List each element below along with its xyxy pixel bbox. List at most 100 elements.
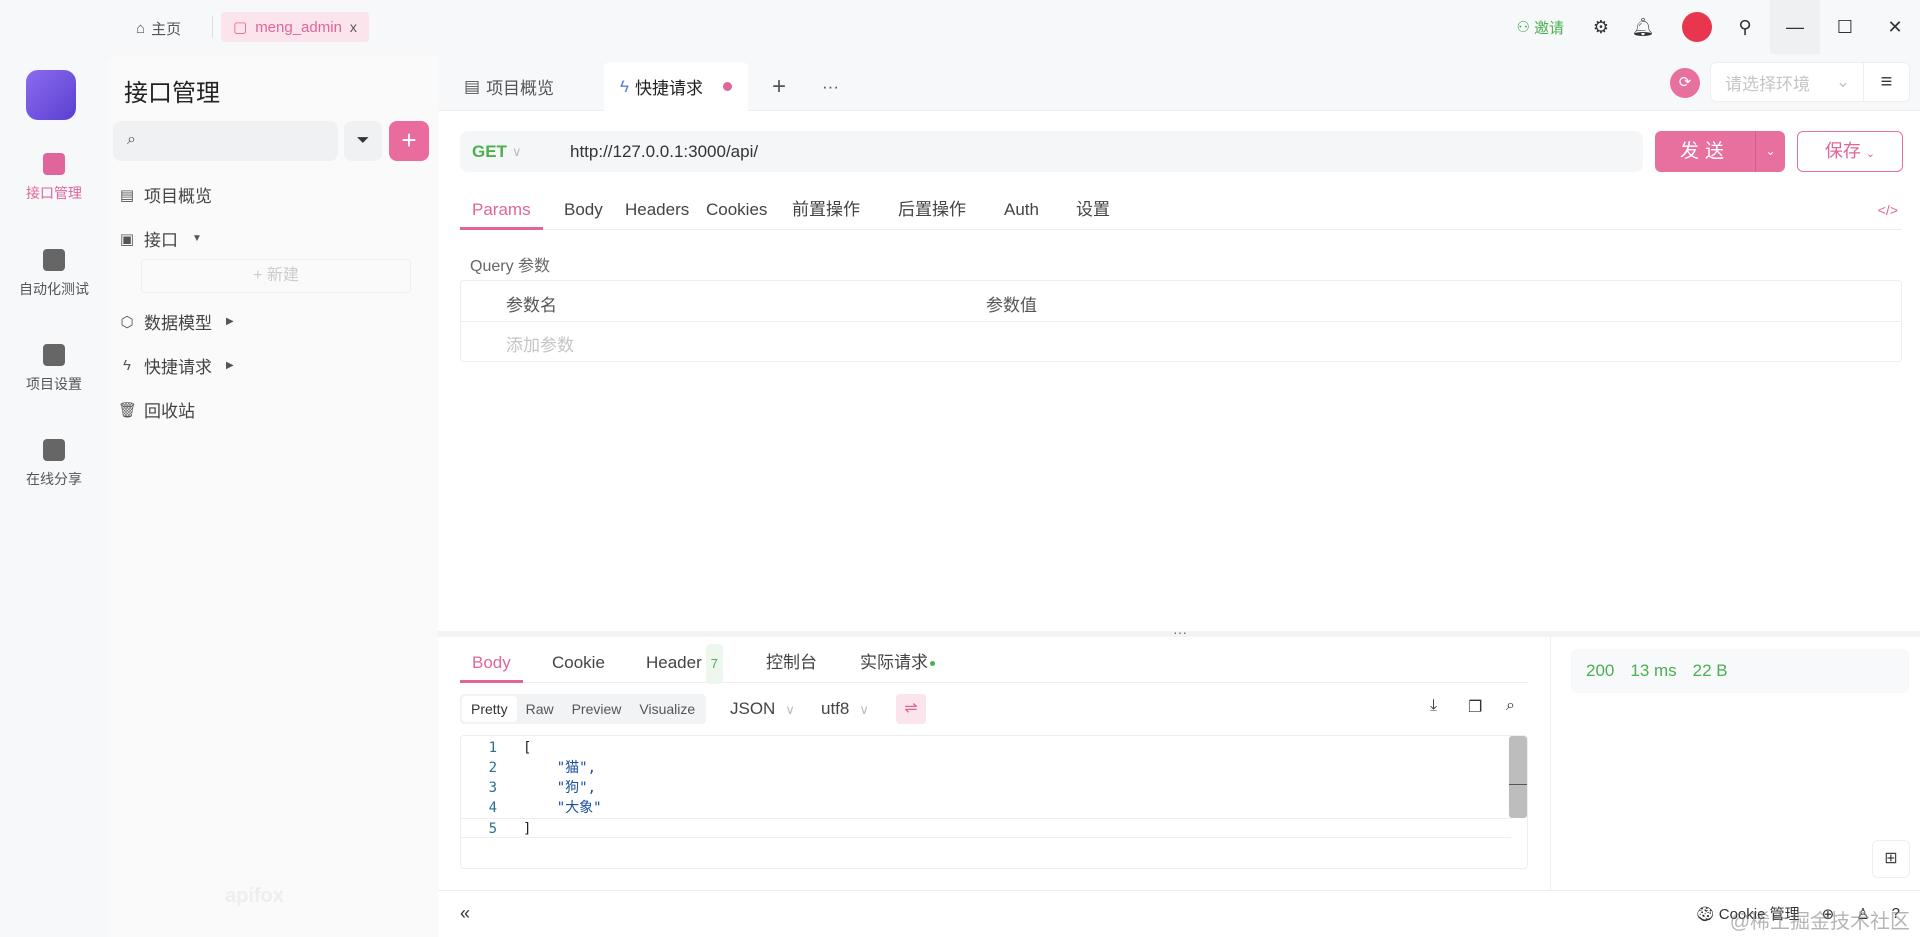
filter-button[interactable]: ⏷ bbox=[344, 121, 382, 161]
bell-icon[interactable]: 🔔︎ bbox=[1626, 10, 1660, 44]
sidebar-item-trash[interactable]: 🗑︎ 回收站 bbox=[118, 397, 195, 422]
view-preview[interactable]: Preview bbox=[563, 696, 631, 722]
project-icon: ▢ bbox=[233, 19, 248, 36]
tab-cookies[interactable]: Cookies bbox=[706, 190, 767, 230]
title-actions: ⚇ 邀请 ⚙ 🔔︎ ⚲ — ☐ ✕ bbox=[1517, 0, 1920, 54]
format-select[interactable]: JSON ∨ bbox=[730, 694, 795, 724]
code-line: 3 "狗", bbox=[461, 778, 1511, 798]
send-label: 发送 bbox=[1679, 141, 1730, 162]
send-dropdown[interactable]: ⌄ bbox=[1755, 131, 1785, 172]
invite-button[interactable]: ⚇ 邀请 bbox=[1517, 17, 1564, 38]
resp-tab-console[interactable]: 控制台 bbox=[766, 643, 817, 683]
tab-settings[interactable]: 设置 bbox=[1076, 190, 1110, 230]
sidebar-item-quick[interactable]: ϟ 快捷请求 ▶ bbox=[118, 353, 234, 378]
rail-item-share[interactable]: 在线分享 bbox=[0, 439, 108, 489]
tab-post-actions[interactable]: 后置操作 bbox=[898, 190, 966, 230]
resp-tab-cookie[interactable]: Cookie bbox=[552, 643, 605, 683]
method-select[interactable]: GET bbox=[472, 142, 512, 162]
sidebar-item-overview[interactable]: ▤ 项目概览 bbox=[118, 182, 212, 207]
code-line: 4 "大象" bbox=[461, 798, 1511, 818]
server-icon bbox=[43, 249, 65, 271]
lightning-icon: ϟ bbox=[620, 76, 629, 96]
code-line: 5] bbox=[461, 818, 1511, 838]
sync-icon[interactable]: ⟳ bbox=[1670, 68, 1700, 98]
copy-icon[interactable]: ❐ bbox=[1468, 697, 1482, 717]
tab-body[interactable]: Body bbox=[564, 190, 603, 230]
minimize-button[interactable]: — bbox=[1770, 0, 1820, 54]
status-code: 200 bbox=[1586, 661, 1615, 680]
rail-label: 自动化测试 bbox=[19, 281, 89, 297]
new-api-button[interactable]: + 新建 bbox=[141, 259, 411, 293]
sidebar-item-models[interactable]: ⬡ 数据模型 ▶ bbox=[118, 309, 234, 334]
code-text: "狗", bbox=[523, 780, 597, 796]
search-input[interactable]: ⌕ bbox=[113, 121, 338, 161]
sidebar-item-api[interactable]: ▣ 接口 ▼ bbox=[118, 226, 202, 251]
collapse-sidebar-button[interactable]: « bbox=[460, 903, 470, 924]
code-icon[interactable]: </> bbox=[1878, 190, 1898, 230]
resp-tab-header[interactable]: Header 7 bbox=[646, 643, 723, 684]
header-count-badge: 7 bbox=[705, 644, 723, 684]
juejin-watermark: @稀土掘金技术社区 bbox=[1729, 911, 1910, 933]
rail-item-api[interactable]: 接口管理 bbox=[0, 153, 108, 203]
code-line: 1[ bbox=[461, 738, 1511, 758]
close-tab-button[interactable]: x bbox=[350, 19, 357, 35]
encoding-select[interactable]: utf8 ∨ bbox=[821, 694, 869, 724]
resp-tab-actual-request[interactable]: 实际请求 bbox=[860, 643, 935, 683]
sidebar-title: 接口管理 bbox=[124, 80, 220, 107]
response-editor[interactable]: 1[ 2 "猫", 3 "狗", 4 "大象" 5] bbox=[460, 735, 1528, 869]
url-bar[interactable]: GET ∨ http://127.0.0.1:3000/api/ bbox=[460, 131, 1643, 172]
home-label: 主页 bbox=[151, 20, 182, 38]
api-icon: ▣ bbox=[119, 230, 135, 248]
url-input[interactable]: http://127.0.0.1:3000/api/ bbox=[570, 142, 758, 162]
response-time: 13 ms bbox=[1630, 661, 1677, 680]
icon-rail: 接口管理 自动化测试 项目设置 在线分享 bbox=[0, 56, 108, 937]
table-header: 参数名 参数值 bbox=[461, 281, 1901, 322]
wrap-icon[interactable]: ⇌ bbox=[896, 694, 926, 724]
project-tab[interactable]: ▢ meng_admin x bbox=[221, 12, 369, 42]
add-param-input[interactable]: 添加参数 bbox=[506, 331, 574, 356]
search-icon[interactable]: ⌕ bbox=[1506, 697, 1515, 715]
save-button[interactable]: 保存 ⌄ bbox=[1797, 131, 1903, 172]
line-number: 1 bbox=[488, 740, 497, 756]
search-icon: ⌕ bbox=[127, 131, 136, 148]
code-text: "猫", bbox=[523, 760, 597, 776]
download-icon[interactable]: ⤓ bbox=[1430, 697, 1437, 715]
tab-params[interactable]: Params bbox=[460, 190, 543, 230]
tab-pre-actions[interactable]: 前置操作 bbox=[792, 190, 860, 230]
scrollbar[interactable] bbox=[1509, 736, 1527, 818]
view-pretty[interactable]: Pretty bbox=[462, 696, 517, 722]
settings-icon[interactable]: ⚙ bbox=[1584, 10, 1618, 44]
rail-item-settings[interactable]: 项目设置 bbox=[0, 344, 108, 394]
close-window-button[interactable]: ✕ bbox=[1870, 0, 1920, 54]
caret-right-icon: ▶ bbox=[226, 316, 234, 327]
layout-toggle-icon[interactable]: ⊞ bbox=[1872, 840, 1910, 878]
menu-icon[interactable]: ≡ bbox=[1863, 63, 1909, 101]
rail-label: 项目设置 bbox=[26, 376, 82, 392]
home-tab[interactable]: ⌂ 主页 bbox=[136, 14, 181, 42]
send-button[interactable]: 发送 ⌄ bbox=[1655, 131, 1785, 172]
code-line: 2 "猫", bbox=[461, 758, 1511, 778]
code-text: "大象" bbox=[523, 800, 602, 816]
view-raw[interactable]: Raw bbox=[517, 696, 563, 722]
tab-label: Header bbox=[646, 653, 702, 672]
tab-overview[interactable]: ▤ 项目概览 bbox=[464, 62, 554, 111]
lightning-icon: ϟ bbox=[123, 357, 131, 374]
rail-item-autotest[interactable]: 自动化测试 bbox=[0, 249, 108, 299]
pin-icon[interactable]: ⚲ bbox=[1728, 10, 1762, 44]
environment-select[interactable]: 请选择环境 ⌄ ≡ bbox=[1710, 62, 1910, 102]
add-tab-button[interactable]: + bbox=[772, 62, 786, 111]
maximize-button[interactable]: ☐ bbox=[1820, 0, 1870, 54]
view-visualize[interactable]: Visualize bbox=[630, 696, 704, 722]
item-label: 数据模型 bbox=[144, 314, 212, 333]
more-tabs-button[interactable]: ··· bbox=[822, 62, 839, 111]
chevron-down-icon: ∨ bbox=[785, 702, 795, 717]
chevron-down-icon: ∨ bbox=[859, 702, 869, 717]
response-panel: Body Cookie Header 7 控制台 实际请求 Pretty Raw … bbox=[438, 637, 1550, 890]
tab-auth[interactable]: Auth bbox=[1004, 190, 1039, 230]
avatar[interactable] bbox=[1682, 12, 1712, 42]
tab-headers[interactable]: Headers bbox=[625, 190, 689, 230]
rail-label: 在线分享 bbox=[26, 471, 82, 487]
resp-tab-body[interactable]: Body bbox=[460, 643, 523, 683]
tab-quick-request[interactable]: ϟ 快捷请求 bbox=[604, 62, 748, 111]
add-button[interactable]: + bbox=[389, 121, 429, 161]
